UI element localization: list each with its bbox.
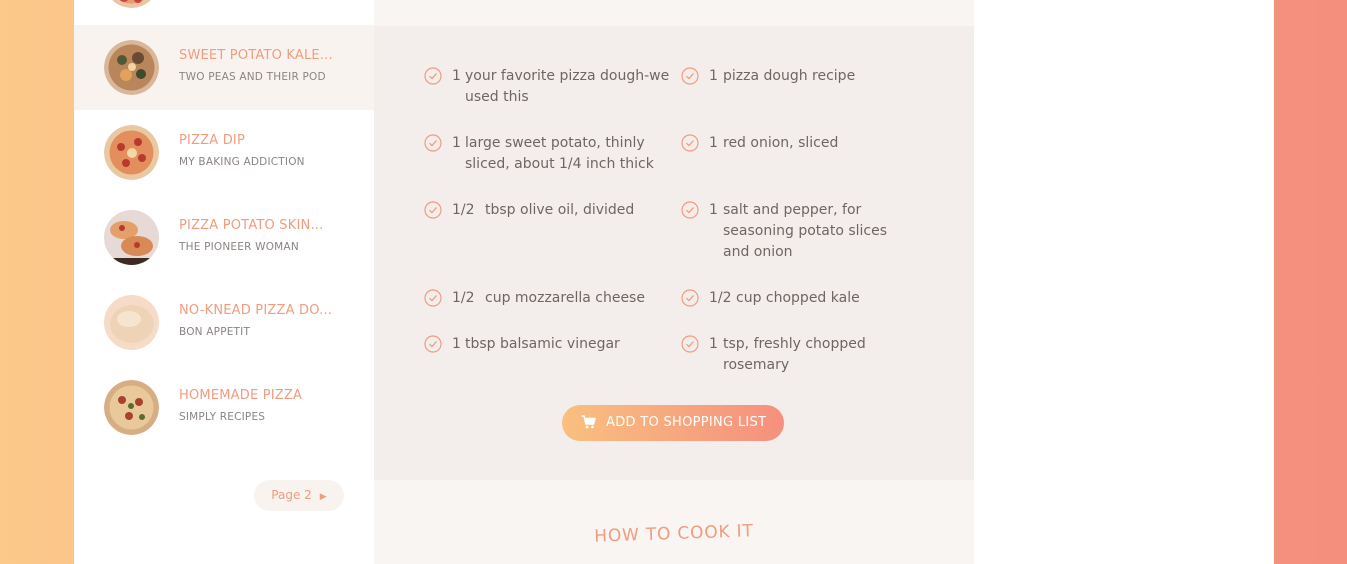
ingredient-item[interactable]: 1 large sweet potato, thinly sliced, abo… [424,133,654,175]
ingredient-item[interactable]: 1 salt and pepper, for seasoning potato … [681,200,911,263]
ingredient-quantity: 1/2 [452,290,475,306]
check-circle-icon [681,67,699,85]
ingredient-text: tbsp olive oil, divided [485,202,635,218]
recipe-thumbnail [104,125,159,180]
check-circle-icon [681,335,699,353]
recipe-title: SWEET POTATO KALE... [179,48,333,63]
recipe-item[interactable]: NO-KNEAD PIZZA DO... BON APPETIT [74,280,374,365]
ingredient-text: cup chopped kale [736,290,860,306]
recipe-source: SIMPLY RECIPES [179,411,266,423]
ingredient-quantity: 1 [452,68,461,84]
ingredient-quantity: 1/2 [452,202,475,218]
recipe-thumbnail [104,380,159,435]
recipe-detail: 1 your favorite pizza dough-we used this… [374,0,974,564]
pager-label: Page 2 [271,488,312,502]
recipe-source: TWO PEAS AND THEIR POD [179,71,326,83]
ingredient-text: tbsp balsamic vinegar [465,336,620,352]
ingredient-text: red onion, sliced [723,135,839,151]
ingredient-quantity: 1 [709,135,718,151]
check-circle-icon [681,134,699,152]
recipe-item[interactable]: PIZZA DIP MY BAKING ADDICTION [74,110,374,195]
play-arrow-icon: ▶ [319,492,327,502]
ingredient-quantity: 1 [452,336,461,352]
next-page-button[interactable]: Page 2 ▶ [254,480,344,511]
recipe-source: BON APPETIT [179,326,251,338]
recipe-item[interactable]: SWEET POTATO KALE... TWO PEAS AND THEIR … [74,25,374,110]
recipe-thumbnail [104,210,159,265]
recipe-sidebar: SWEET POTATO KALE... TWO PEAS AND THEIR … [74,0,374,564]
ingredient-item[interactable]: 1 tbsp balsamic vinegar [424,334,654,355]
check-circle-icon [424,289,442,307]
app-window: SWEET POTATO KALE... TWO PEAS AND THEIR … [74,0,1274,564]
ingredients-panel: 1 your favorite pizza dough-we used this… [374,26,974,480]
ingredient-item[interactable]: 1 red onion, sliced [681,133,911,154]
check-circle-icon [681,201,699,219]
ingredient-item[interactable]: 1 pizza dough recipe [681,66,911,87]
ingredient-quantity: 1 [709,336,718,352]
ingredient-quantity: 1/2 [709,290,732,306]
ingredient-text: large sweet potato, thinly sliced, about… [465,135,654,172]
ingredient-text: salt and pepper, for seasoning potato sl… [723,202,888,260]
recipe-title: HOMEMADE PIZZA [179,388,303,403]
ingredient-text: pizza dough recipe [723,68,856,84]
recipe-item[interactable]: HOMEMADE PIZZA SIMPLY RECIPES [74,365,374,450]
ingredient-item[interactable]: 1 your favorite pizza dough-we used this [424,66,669,108]
ingredient-item[interactable]: 1/2 cup chopped kale [681,288,911,309]
check-circle-icon [424,335,442,353]
recipe-source: MY BAKING ADDICTION [179,156,305,168]
recipe-thumbnail-partial[interactable] [104,0,159,8]
check-circle-icon [424,201,442,219]
ingredient-item[interactable]: 1 tsp, freshly chopped rosemary [681,334,911,376]
check-circle-icon [424,134,442,152]
recipe-item[interactable]: PIZZA POTATO SKIN... THE PIONEER WOMAN [74,195,374,280]
recipe-title: NO-KNEAD PIZZA DO... [179,303,333,318]
recipe-thumbnail [104,295,159,350]
ingredient-quantity: 1 [452,135,461,151]
ingredient-quantity: 1 [709,68,718,84]
recipe-source: THE PIONEER WOMAN [179,241,299,253]
recipe-thumbnail [104,40,159,95]
ingredient-item[interactable]: 1/2 tbsp olive oil, divided [424,200,654,221]
check-circle-icon [681,289,699,307]
ingredient-text: cup mozzarella cheese [485,290,645,306]
check-circle-icon [424,67,442,85]
add-to-shopping-list-button[interactable]: ADD TO SHOPPING LIST [562,405,784,441]
ingredient-item[interactable]: 1/2 cup mozzarella cheese [424,288,654,309]
ingredient-text: tsp, freshly chopped rosemary [723,336,866,373]
recipe-title: PIZZA DIP [179,133,245,148]
how-to-cook-heading: HOW TO COOK IT [594,521,754,547]
ingredient-quantity: 1 [709,202,718,218]
add-to-shopping-list-label: ADD TO SHOPPING LIST [606,415,767,430]
recipe-title: PIZZA POTATO SKIN... [179,218,324,233]
ingredient-text: your favorite pizza dough-we used this [465,68,670,105]
shopping-cart-icon [581,415,596,429]
